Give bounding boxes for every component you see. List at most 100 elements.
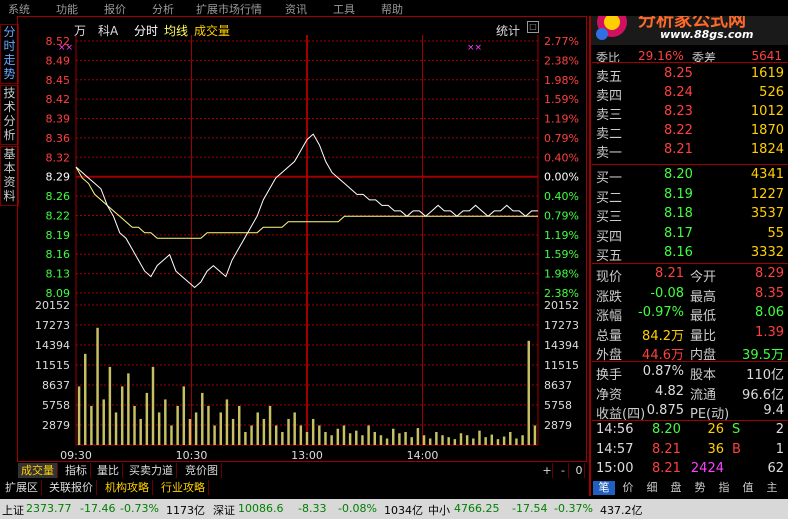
quote-row: 涨幅 -0.97% 最低 8.06	[592, 304, 788, 324]
tab-volume[interactable]: 成交量	[18, 463, 58, 478]
volume-bar	[84, 353, 87, 445]
pct-tick: 1.59%	[544, 93, 579, 106]
menu-system[interactable]: 系统	[8, 1, 30, 17]
volume-bar	[207, 405, 210, 445]
tab-auction[interactable]: 竞价图	[182, 463, 222, 478]
event-marker-right[interactable]: ××	[467, 43, 482, 53]
volume-tick: 2879	[42, 419, 70, 432]
menu-function[interactable]: 功能	[56, 1, 78, 17]
tick-row: 14:57 8.21 36 B 1	[592, 441, 788, 460]
volume-bar	[219, 412, 222, 445]
right-tab[interactable]: 势	[689, 481, 711, 495]
tab-indicator[interactable]: 指标	[62, 463, 91, 478]
zoom-in-button[interactable]: +	[542, 463, 553, 478]
volume-tick: 11515	[35, 359, 70, 372]
quote-value: 8.21	[655, 266, 684, 281]
quote-value: 8.06	[755, 305, 784, 320]
ask-row[interactable]: 卖四 8.24 526	[592, 84, 788, 104]
ask-row[interactable]: 卖五 8.25 1619	[592, 65, 788, 85]
price-tick: 8.42	[46, 93, 71, 106]
zoom-out-button[interactable]: -	[558, 463, 569, 478]
wei-cha-label: 委差	[692, 51, 717, 65]
volume-bar	[447, 437, 450, 445]
volume-bar	[422, 435, 426, 445]
right-tab[interactable]: 主	[761, 481, 783, 495]
right-tab[interactable]: 值	[737, 481, 759, 495]
tab-institution[interactable]: 机构攻略	[102, 480, 153, 495]
volume-bar	[145, 392, 149, 445]
volume-bar	[182, 386, 186, 445]
volume-bar	[465, 435, 469, 445]
right-tab[interactable]: 价	[617, 481, 639, 495]
menu-ext-market[interactable]: 扩展市场行情	[196, 1, 262, 17]
stats-icon[interactable]: □	[527, 21, 539, 33]
volume-bar	[435, 431, 438, 445]
volume-bar	[515, 438, 518, 445]
menu-analysis[interactable]: 分析	[152, 1, 174, 17]
bid-volume: 1227	[750, 186, 784, 202]
ask-row[interactable]: 卖一 8.21 1824	[592, 141, 788, 161]
ask-row[interactable]: 卖二 8.22 1870	[592, 122, 788, 142]
bid-label: 买四	[596, 229, 623, 245]
tab-industry[interactable]: 行业攻略	[158, 480, 209, 495]
tick-price: 8.20	[652, 422, 681, 437]
tab-vol-ratio[interactable]: 量比	[94, 463, 123, 478]
menu-info[interactable]: 资讯	[285, 1, 307, 17]
bid-price: 8.20	[664, 167, 693, 182]
volume-bar	[472, 438, 475, 445]
pct-tick: 0.40%	[544, 190, 579, 203]
divider	[592, 263, 788, 264]
event-marker[interactable]: ××	[58, 43, 73, 53]
pct-tick: 0.79%	[544, 209, 579, 222]
bid-row[interactable]: 买一 8.20 4341	[592, 166, 788, 186]
right-tab[interactable]: 笔	[593, 481, 615, 495]
tab-buy-sell-force[interactable]: 买卖力道	[126, 463, 177, 478]
time-tick: 14:00	[407, 449, 439, 461]
pct-tick: 0.40%	[544, 151, 579, 164]
right-tab[interactable]: 盘	[665, 481, 687, 495]
sz-value: 10086.6	[238, 502, 284, 515]
zx-pct: -0.37%	[554, 502, 593, 515]
ask-row[interactable]: 卖三 8.23 1012	[592, 103, 788, 123]
fund-value: 0.875	[646, 403, 684, 418]
volume-bar	[133, 405, 136, 445]
tab-related-quote[interactable]: 关联报价	[46, 480, 97, 495]
bid-row[interactable]: 买五 8.16 3332	[592, 244, 788, 264]
tick-count: 1	[775, 441, 784, 457]
price-tick: 8.26	[46, 190, 71, 203]
ask-price: 8.23	[664, 104, 693, 119]
quote-row: 涨跌 -0.08 最高 8.35	[592, 285, 788, 305]
volume-tick: 14394	[35, 339, 70, 352]
fund-label: 换手	[596, 368, 623, 383]
volume-bar	[274, 425, 278, 445]
ask-label: 卖五	[596, 70, 623, 85]
bid-row[interactable]: 买四 8.17 55	[592, 225, 788, 245]
volume-bar	[256, 412, 259, 445]
right-tab[interactable]: 细	[641, 481, 663, 495]
volume-bar	[299, 425, 303, 445]
menu-help[interactable]: 帮助	[381, 1, 403, 17]
right-tab[interactable]: 指	[713, 481, 735, 495]
fund-label: 股本	[690, 368, 717, 383]
tab-technical-label: 技术分析	[3, 86, 16, 142]
bid-row[interactable]: 买二 8.19 1227	[592, 186, 788, 206]
volume-bar	[77, 386, 81, 445]
divider	[592, 164, 788, 165]
volume-bar	[453, 439, 457, 445]
volume-bar	[355, 430, 358, 445]
volume-bar	[151, 366, 155, 445]
volume-bar	[410, 437, 413, 445]
price-axis: 8.528.498.458.428.398.368.328.298.268.22…	[46, 35, 71, 300]
quote-value: 84.2万	[642, 328, 684, 344]
close-panel-button[interactable]: 0	[574, 463, 585, 478]
tab-ext-area[interactable]: 扩展区	[2, 480, 42, 495]
wei-cha-value: 5641	[751, 49, 782, 63]
volume-bar	[379, 435, 383, 445]
volume-tick-right: 14394	[544, 339, 579, 352]
volume-bar	[102, 399, 105, 445]
time-axis: 09:30 10:30 13:00 14:00	[60, 449, 438, 461]
volume-tick: 20152	[35, 299, 70, 312]
bid-row[interactable]: 买三 8.18 3537	[592, 205, 788, 225]
menu-quote[interactable]: 报价	[104, 1, 126, 17]
menu-tools[interactable]: 工具	[333, 1, 355, 17]
